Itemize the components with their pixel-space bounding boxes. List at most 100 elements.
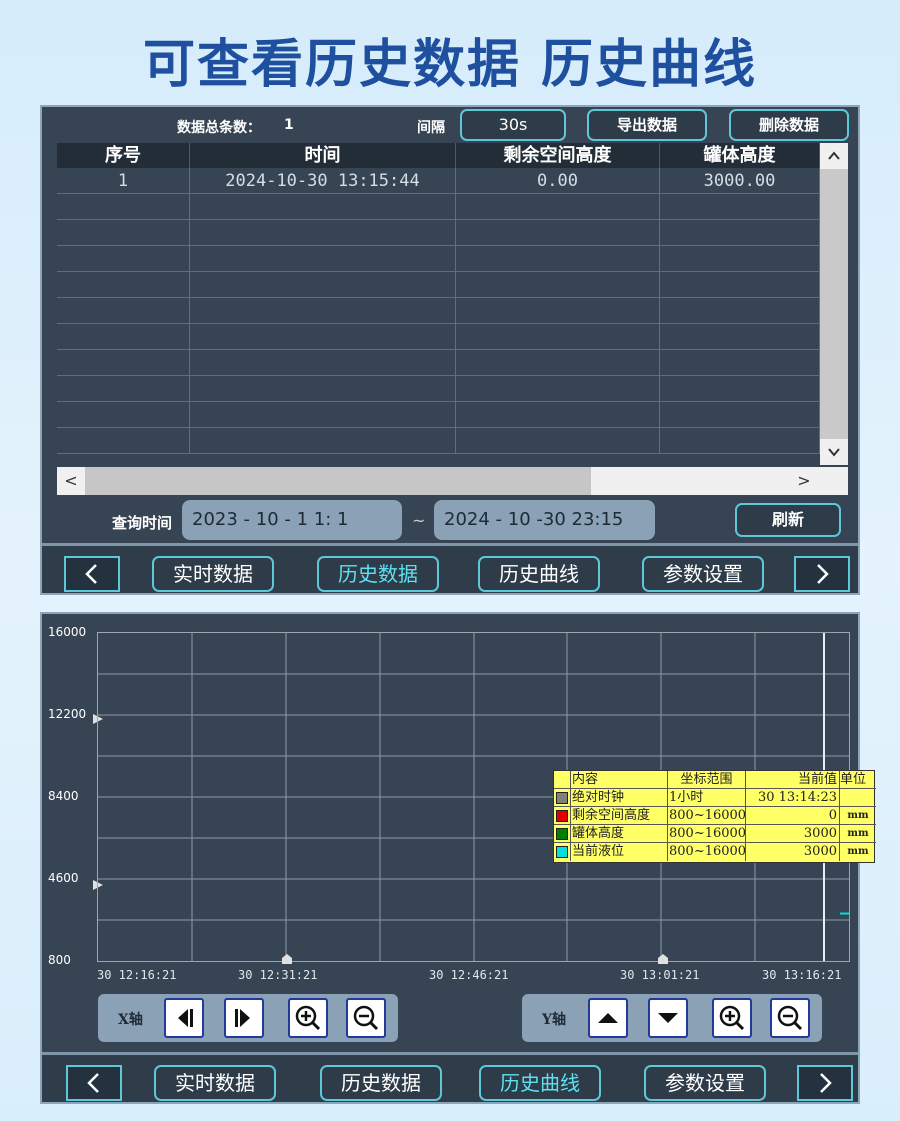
nav-next-button[interactable] [794,556,850,592]
table-cell-empty [57,220,190,246]
curve-plot-area[interactable]: 内容 坐标范围 当前值 单位 绝对时钟 1小时 30 13:14:23 剩余空间高度 8… [97,632,876,962]
legend-color-swatch [556,792,568,804]
y-scroll-up-button[interactable] [588,998,628,1038]
chevron-left-icon [87,1073,99,1093]
nav-realtime-data[interactable]: 实时数据 [154,1065,276,1101]
table-row-empty[interactable] [57,428,820,454]
x-tick-label: 30 12:16:21 [97,968,177,982]
nav-parameter-settings[interactable]: 参数设置 [644,1065,766,1101]
legend-swatch-cell [554,825,571,843]
nav-bar-bottom: 实时数据 历史数据 历史曲线 参数设置 [42,1052,858,1102]
table-cell-empty [456,376,660,402]
horizontal-scroll-thumb[interactable] [85,467,591,495]
nav-history-curve[interactable]: 历史曲线 [478,556,600,592]
legend-cell-range: 800~16000 [669,807,746,825]
table-cell-empty [57,324,190,350]
query-end-field[interactable]: 2024 - 10 -30 23:15 [434,500,655,540]
nav-next-button[interactable] [797,1065,853,1101]
triangle-down-icon [658,1013,678,1023]
nav-history-data[interactable]: 历史数据 [320,1065,442,1101]
nav-history-data[interactable]: 历史数据 [317,556,439,592]
table-cell-empty [660,298,820,324]
legend-cell-unit: mm [847,828,869,839]
delete-data-button[interactable]: 删除数据 [729,109,849,141]
legend-cell-name: 罐体高度 [571,825,668,843]
column-header-remaining-height: 剩余空间高度 [456,143,660,168]
x-tick-label: 30 12:46:21 [429,968,509,982]
y-tick-label: 4600 [48,871,79,885]
nav-parameter-settings[interactable]: 参数设置 [642,556,764,592]
column-header-index: 序号 [57,143,190,168]
export-data-button[interactable]: 导出数据 [587,109,707,141]
x-zoom-in-button[interactable] [288,998,328,1038]
legend-cell-value: 3000 [746,843,840,861]
legend-cell-range: 800~16000 [669,825,746,843]
interval-label: 间隔 [417,120,445,136]
scroll-down-icon[interactable] [820,439,848,465]
table-cell-empty [57,350,190,376]
x-scroll-left-button[interactable] [164,998,204,1038]
zoom-out-icon [353,1005,379,1031]
vertical-scrollbar[interactable] [820,143,848,465]
zoom-out-icon [777,1005,803,1031]
table-row[interactable]: 1 2024-10-30 13:15:44 0.00 3000.00 [57,168,820,194]
table-cell-empty [57,428,190,454]
y-axis-controls: Y轴 [522,994,822,1042]
interval-select[interactable]: 30s [460,109,566,141]
table-cell-empty [456,428,660,454]
table-row-empty[interactable] [57,376,820,402]
table-row-empty[interactable] [57,350,820,376]
table-row-empty[interactable] [57,246,820,272]
table-cell-empty [57,194,190,220]
table-cell-empty [660,220,820,246]
nav-prev-button[interactable] [64,556,120,592]
triangle-right-icon [235,1009,250,1027]
table-cell-empty [456,194,660,220]
legend-row: 罐体高度 800~16000 3000 mm [554,825,876,843]
legend-row: 当前液位 800~16000 3000 mm [554,843,876,861]
table-cell-empty [57,272,190,298]
table-cell-empty [190,194,456,220]
table-cell-empty [660,376,820,402]
table-row-empty[interactable] [57,194,820,220]
y-zoom-out-button[interactable] [770,998,810,1038]
legend-cell-unit: mm [847,846,869,857]
nav-prev-button[interactable] [66,1065,122,1101]
table-cell-empty [660,246,820,272]
triangle-up-icon [598,1013,618,1023]
legend-swatch-cell [554,843,571,861]
legend-row: 剩余空间高度 800~16000 0 mm [554,807,876,825]
table-cell-empty [456,220,660,246]
cell-index: 1 [57,168,190,194]
y-zoom-in-button[interactable] [712,998,752,1038]
table-row-empty[interactable] [57,298,820,324]
total-count-label: 数据总条数： [177,120,261,136]
scroll-right-icon[interactable]: > [790,467,818,495]
horizontal-scrollbar[interactable]: < > [57,467,848,495]
nav-history-curve[interactable]: 历史曲线 [479,1065,601,1101]
legend-cell-name: 剩余空间高度 [571,807,668,825]
table-row-empty[interactable] [57,324,820,350]
query-start-field[interactable]: 2023 - 10 - 1 1: 1 [182,500,402,540]
x-zoom-out-button[interactable] [346,998,386,1038]
table-cell-empty [660,194,820,220]
y-scroll-down-button[interactable] [648,998,688,1038]
table-row-empty[interactable] [57,402,820,428]
page-title: 可查看历史数据 历史曲线 [142,35,758,95]
table-row-empty[interactable] [57,220,820,246]
table-cell-empty [660,272,820,298]
history-curve-panel: 16000 12200 8400 4600 800 内容 坐标范围 当前值 单位 绝对时… [40,612,876,1104]
legend-cell-name: 绝对时钟 [571,789,668,807]
legend-color-swatch [556,810,568,822]
scroll-up-icon[interactable] [820,143,848,169]
zoom-in-icon [295,1005,321,1031]
table-cell-empty [456,402,660,428]
table-row-empty[interactable] [57,272,820,298]
total-count-value: 1 [284,117,294,133]
x-scroll-right-button[interactable] [224,998,264,1038]
refresh-button[interactable]: 刷新 [735,503,841,537]
nav-realtime-data[interactable]: 实时数据 [152,556,274,592]
table-cell-empty [456,246,660,272]
scroll-left-icon[interactable]: < [57,467,85,495]
legend-cell-unit: mm [847,810,869,821]
